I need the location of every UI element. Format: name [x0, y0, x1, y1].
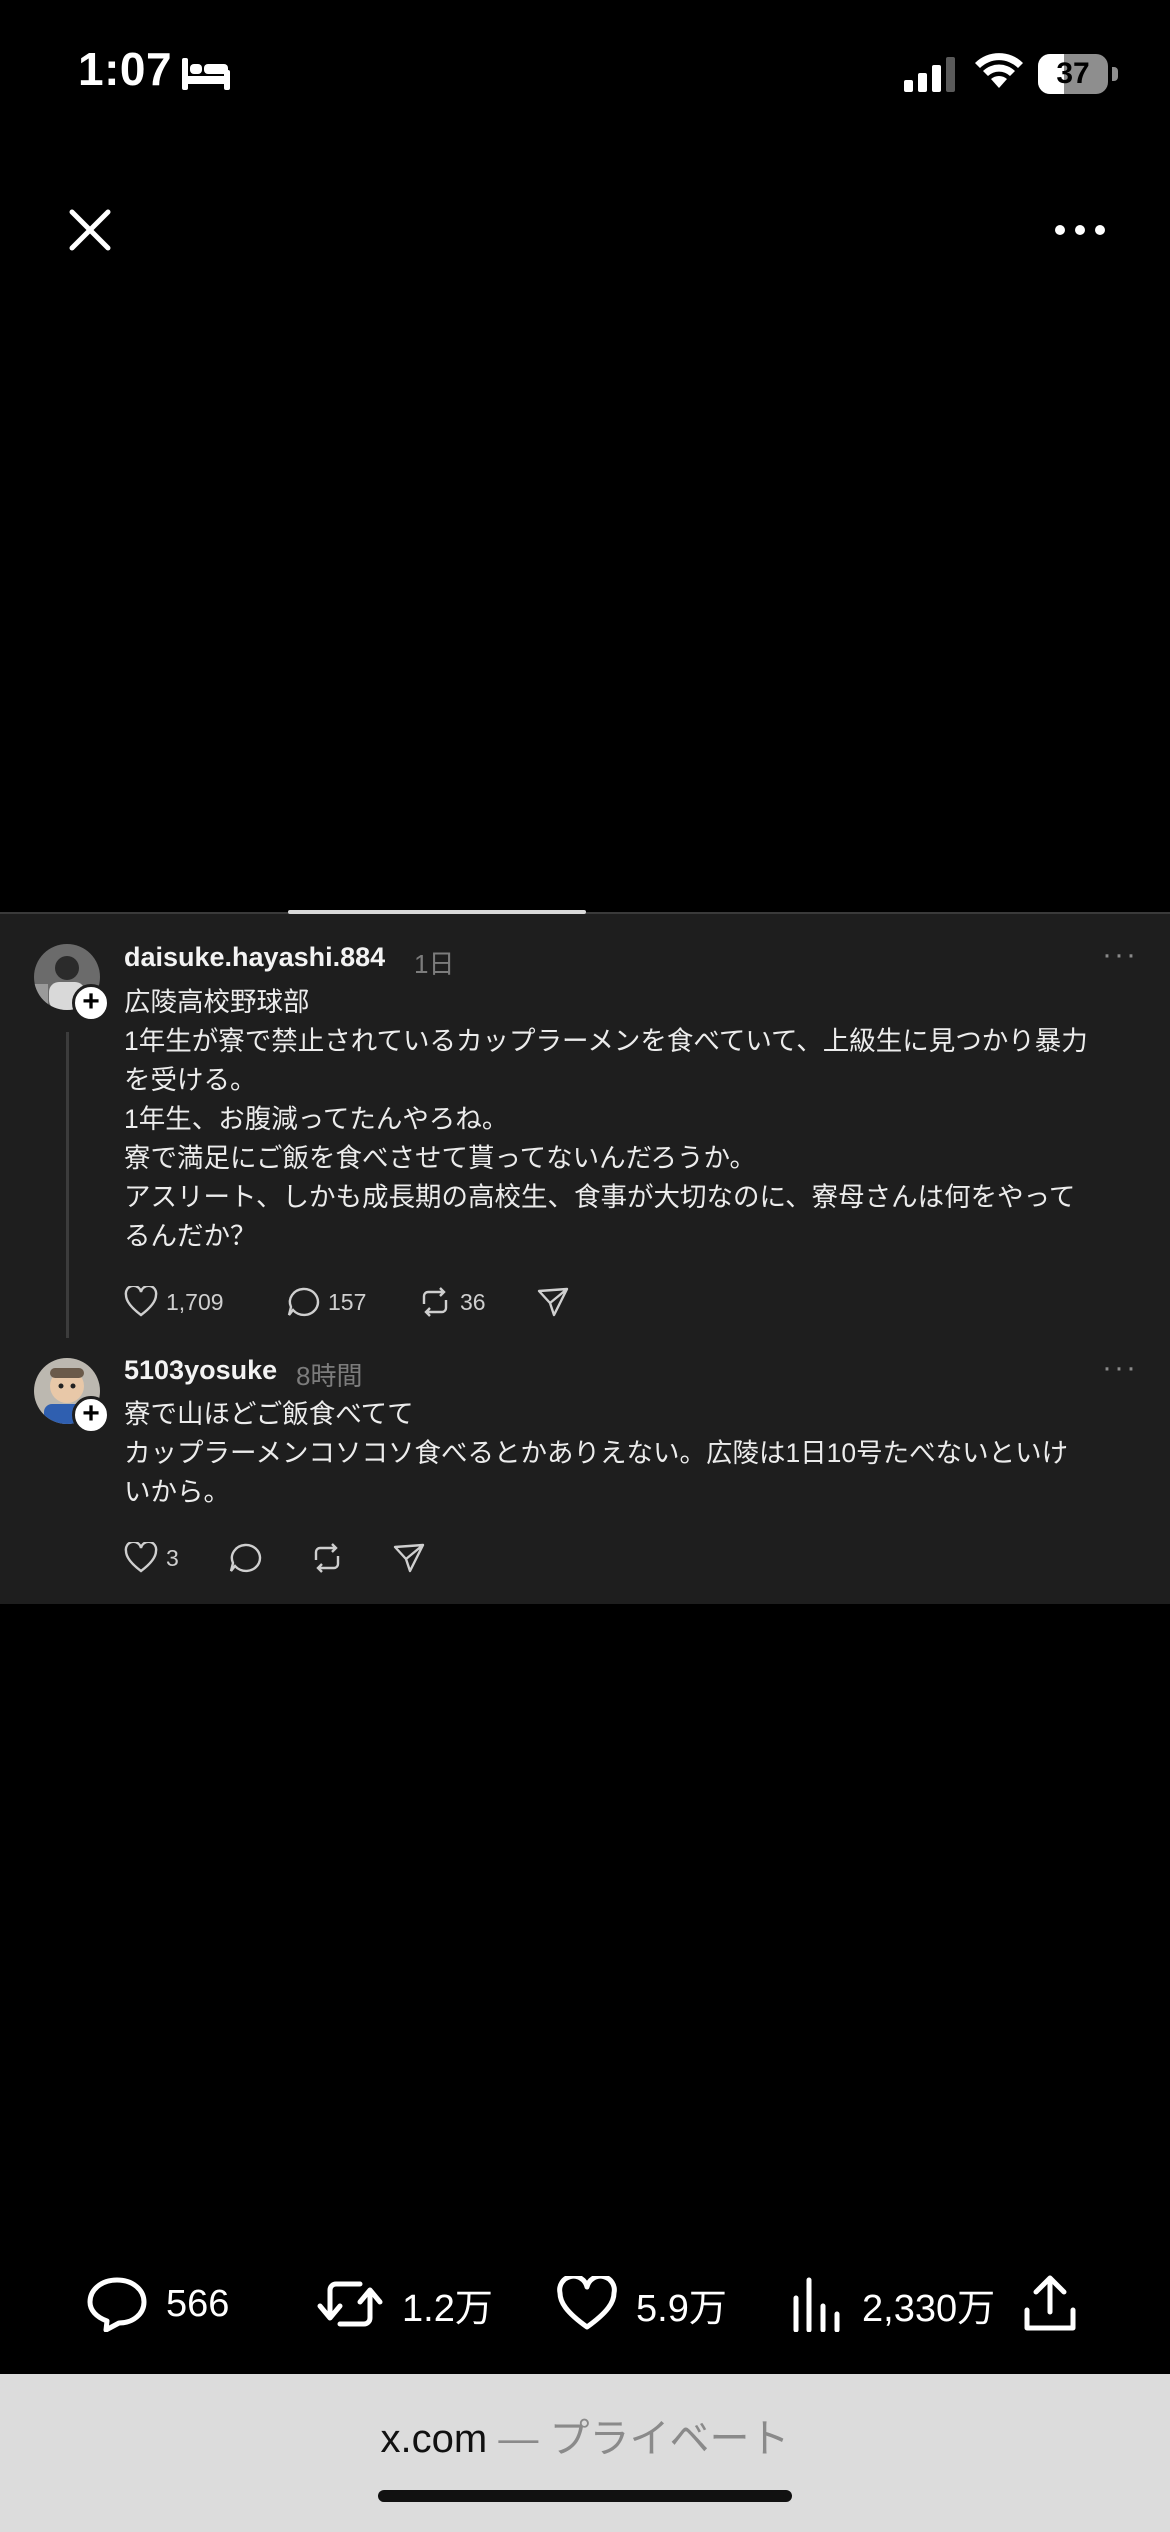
post-username[interactable]: daisuke.hayashi.884 — [124, 942, 385, 973]
post-text: 広陵高校野球部 1年生が寮で禁止されているカップラーメンを食べていて、上級生に見… — [124, 987, 1088, 1251]
like-button[interactable]: 1,709 — [124, 1286, 224, 1318]
home-indicator[interactable] — [378, 2490, 792, 2502]
post-text: 寮で山ほどご飯食べてて カップラーメンコソコソ食べるとかありえない。広陵は1日1… — [124, 1399, 1069, 1507]
repost-icon — [317, 2281, 383, 2327]
share-button[interactable] — [392, 1542, 426, 1574]
more-horizontal-icon — [1055, 225, 1105, 235]
comment-icon — [87, 2277, 147, 2332]
send-icon — [537, 1287, 569, 1317]
comment-icon — [229, 1543, 262, 1573]
heart-icon — [124, 1542, 158, 1573]
like-count: 5.9万 — [636, 2287, 727, 2330]
more-options-button[interactable] — [1050, 210, 1110, 250]
url-separator: — — [487, 2417, 550, 2461]
post-username[interactable]: 5103yosuke — [124, 1355, 277, 1386]
post-time: 1日 — [414, 949, 455, 979]
send-icon — [393, 1543, 425, 1573]
comment-button[interactable]: 157 — [286, 1286, 366, 1318]
analytics-bar-icon — [793, 2277, 840, 2332]
cellular-signal-icon — [904, 56, 958, 97]
comment-button[interactable] — [228, 1542, 262, 1574]
repost-stat-button[interactable]: 1.2万 — [316, 2276, 493, 2332]
repost-button[interactable]: 36 — [418, 1286, 486, 1318]
url-domain: x.com — [380, 2417, 488, 2461]
repost-button[interactable] — [310, 1542, 344, 1574]
repost-count: 1.2万 — [402, 2287, 493, 2330]
repost-count: 36 — [460, 1288, 486, 1315]
close-icon — [69, 209, 111, 251]
media-progress-indicator — [288, 910, 586, 914]
like-button[interactable]: 3 — [124, 1542, 179, 1574]
private-mode-label: プライベート — [549, 2417, 790, 2461]
like-count: 1,709 — [166, 1288, 224, 1315]
address-bar[interactable]: x.com — プライベート — [0, 2406, 1170, 2464]
wifi-icon — [974, 50, 1024, 95]
follow-add-icon[interactable]: + — [72, 1396, 110, 1434]
sleep-focus-icon — [180, 56, 232, 97]
share-button[interactable] — [536, 1286, 570, 1318]
like-count: 3 — [166, 1544, 179, 1571]
post-more-icon[interactable]: ··· — [1102, 1351, 1138, 1385]
share-upload-icon — [1024, 2275, 1076, 2331]
close-button[interactable] — [60, 200, 120, 260]
post-more-icon[interactable]: ··· — [1102, 938, 1138, 972]
battery-indicator: 37 — [1038, 54, 1118, 94]
heart-icon — [124, 1286, 158, 1317]
battery-level: 37 — [1056, 57, 1090, 90]
share-upload-button[interactable] — [1022, 2274, 1078, 2337]
views-stat-button[interactable]: 2,330万 — [790, 2276, 995, 2332]
comment-count: 157 — [328, 1288, 367, 1315]
comment-icon — [287, 1287, 320, 1317]
thread-connector-line — [66, 1032, 69, 1338]
follow-add-icon[interactable]: + — [72, 984, 110, 1022]
repost-icon — [422, 1287, 448, 1317]
heart-icon — [557, 2276, 617, 2330]
reply-count: 566 — [166, 2282, 230, 2325]
like-stat-button[interactable]: 5.9万 — [556, 2276, 727, 2332]
post-time: 8時間 — [296, 1361, 363, 1391]
view-count: 2,330万 — [862, 2287, 996, 2330]
repost-icon — [314, 1543, 340, 1573]
reply-stat-button[interactable]: 566 — [86, 2276, 229, 2332]
status-time: 1:07 — [78, 43, 173, 95]
